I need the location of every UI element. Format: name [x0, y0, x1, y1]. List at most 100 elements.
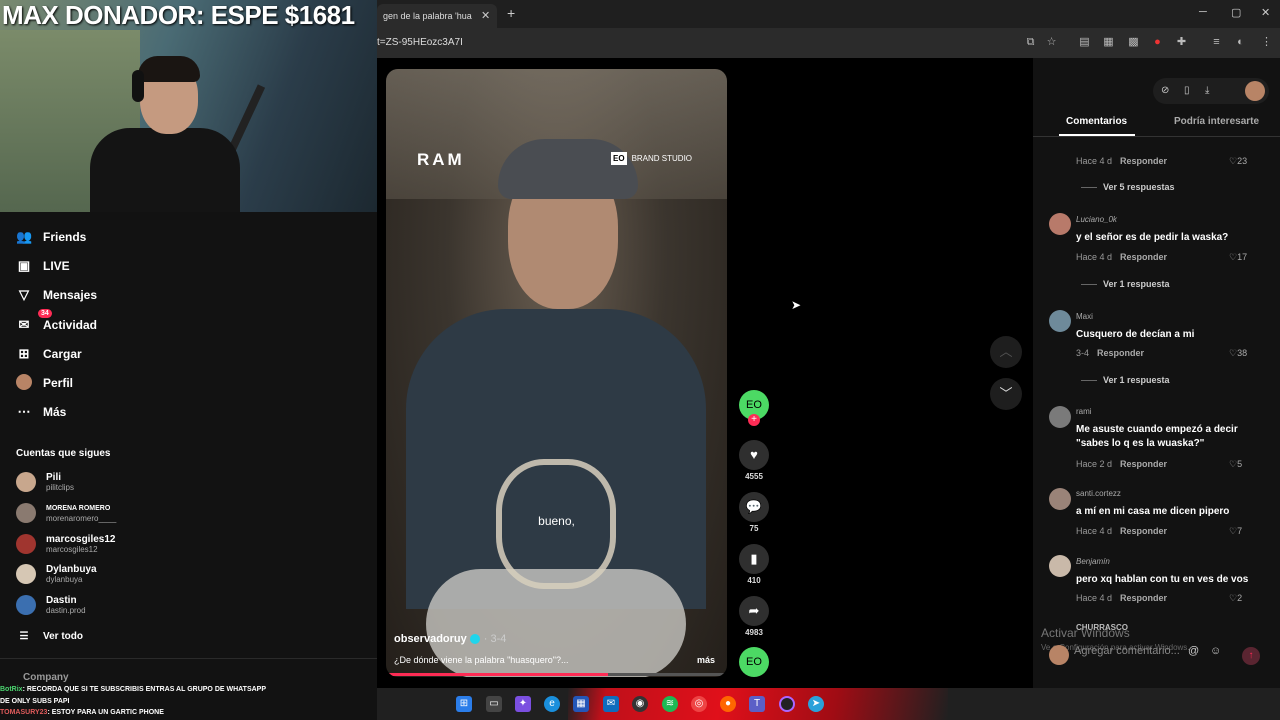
comment-like[interactable]: ♡5: [1229, 459, 1242, 470]
video-author[interactable]: observadoruy · 3-4: [394, 633, 506, 645]
reply-button[interactable]: Responder: [1120, 526, 1167, 536]
comment-username[interactable]: Luciano_0k: [1076, 215, 1117, 224]
heart-icon[interactable]: ♥: [739, 440, 769, 470]
avatar[interactable]: [1049, 213, 1071, 235]
puzzle-icon[interactable]: ✚: [1175, 36, 1188, 49]
chrome-icon[interactable]: ◎: [691, 696, 707, 712]
sidebar-item-live[interactable]: ▣ LIVE: [16, 256, 70, 276]
avatar[interactable]: [1049, 488, 1071, 510]
outlook-icon[interactable]: ✉: [603, 696, 619, 712]
extension-icon[interactable]: ▦: [1102, 36, 1115, 49]
more-button[interactable]: más: [697, 655, 715, 665]
following-item[interactable]: Dylanbuya dylanbuya: [16, 562, 97, 586]
comment-username[interactable]: Maxi: [1076, 312, 1093, 321]
progress-bar[interactable]: [386, 673, 727, 676]
avatar[interactable]: [1049, 555, 1071, 577]
reply-button[interactable]: Responder: [1120, 156, 1167, 166]
maximize-button[interactable]: ▢: [1231, 6, 1241, 19]
copilot-icon[interactable]: ✦: [515, 696, 531, 712]
video-player[interactable]: RAM EO BRAND STUDIO bueno, observadoruy …: [386, 69, 727, 677]
teams-icon[interactable]: T: [749, 696, 765, 712]
avatar[interactable]: [1049, 406, 1071, 428]
reply-button[interactable]: Responder: [1120, 459, 1167, 469]
chat-text: DE ONLY SUBS PAPI: [0, 698, 70, 705]
add-comment-input[interactable]: Agregar comentario... @ ☺: [1074, 645, 1234, 665]
sidebar-item-more[interactable]: ⋯ Más: [16, 402, 67, 422]
following-item[interactable]: MORENA ROMERO morenaromero____: [16, 501, 116, 525]
reply-button[interactable]: Responder: [1120, 593, 1167, 603]
edge-icon[interactable]: e: [544, 696, 560, 712]
send-comment-button[interactable]: ↑: [1242, 647, 1260, 665]
app-icon[interactable]: ●: [720, 696, 736, 712]
bookmark-star-icon[interactable]: ☆: [1045, 36, 1058, 49]
menu-icon[interactable]: ⋮: [1260, 36, 1273, 49]
save-action[interactable]: ▮ 410: [739, 544, 769, 585]
comment-like[interactable]: ♡2: [1229, 593, 1242, 604]
avatar[interactable]: [1049, 310, 1071, 332]
sidebar-item-messages[interactable]: ▽ Mensajes: [16, 285, 97, 305]
user-avatar[interactable]: [1245, 81, 1265, 101]
phone-icon[interactable]: ▯: [1184, 85, 1190, 96]
reading-list-icon[interactable]: ≡: [1210, 36, 1223, 49]
emoji-icon[interactable]: ☺: [1210, 645, 1221, 657]
telegram-icon[interactable]: ➤: [808, 696, 824, 712]
share-action[interactable]: ➦ 4983: [739, 596, 769, 637]
previous-video-button[interactable]: ︿: [990, 336, 1022, 368]
following-item[interactable]: Dastin dastin.prod: [16, 593, 86, 617]
mention-icon[interactable]: @: [1188, 645, 1199, 657]
follow-plus-icon[interactable]: +: [748, 414, 760, 426]
url-text[interactable]: t=ZS-95HEozc3A7I: [377, 37, 463, 48]
next-video-button[interactable]: ﹀: [990, 378, 1022, 410]
sidebar-item-profile[interactable]: Perfil: [16, 373, 73, 393]
comment-like[interactable]: ♡38: [1229, 348, 1247, 359]
profile-icon[interactable]: ◐: [1234, 36, 1247, 49]
sound-avatar-button[interactable]: EO: [739, 647, 769, 677]
see-all-link[interactable]: ☰ Ver todo: [16, 626, 84, 646]
brand-studio-label: BRAND STUDIO: [631, 154, 693, 163]
tab-comments[interactable]: Comentarios: [1066, 116, 1127, 127]
following-item[interactable]: marcosgiles12 marcosgiles12: [16, 532, 116, 556]
comment-like[interactable]: ♡7: [1229, 526, 1242, 537]
company-link[interactable]: Company: [23, 672, 69, 683]
tab-close-icon[interactable]: ✕: [481, 9, 490, 22]
reply-button[interactable]: Responder: [1120, 252, 1167, 262]
sidebar-item-friends[interactable]: 👥 Friends: [16, 227, 86, 247]
share-icon[interactable]: ➦: [739, 596, 769, 626]
comment-action[interactable]: 💬 75: [739, 492, 769, 533]
creator-avatar: EO +: [739, 390, 769, 426]
download-icon[interactable]: ⤓: [1205, 85, 1209, 96]
obs-icon[interactable]: ◉: [632, 696, 648, 712]
app-icon[interactable]: [779, 696, 795, 712]
new-tab-button[interactable]: +: [507, 5, 515, 21]
view-replies-button[interactable]: Ver 1 respuesta: [1081, 279, 1170, 289]
minimize-button[interactable]: ─: [1199, 6, 1207, 18]
windows-start-icon[interactable]: ⊞: [456, 696, 472, 712]
comment-like[interactable]: ♡23: [1229, 156, 1247, 167]
view-replies-button[interactable]: Ver 5 respuestas: [1081, 182, 1175, 192]
sidebar-item-upload[interactable]: ⊞ Cargar: [16, 344, 82, 364]
tab-suggested[interactable]: Podría interesarte: [1174, 116, 1259, 127]
extension-icon[interactable]: ▩: [1127, 36, 1140, 49]
following-item[interactable]: Pili pilitclips: [16, 470, 74, 494]
compass-icon[interactable]: ⊘: [1161, 85, 1169, 96]
reply-button[interactable]: Responder: [1097, 348, 1144, 358]
task-view-icon[interactable]: ▭: [486, 696, 502, 712]
comment-like[interactable]: ♡17: [1229, 252, 1247, 263]
install-app-icon[interactable]: ⧉: [1024, 36, 1037, 49]
creator-avatar-button[interactable]: EO +: [739, 390, 769, 426]
comment-username[interactable]: rami: [1076, 407, 1092, 416]
sidebar-item-activity[interactable]: ✉ 34 Actividad: [16, 309, 97, 335]
comment-username[interactable]: Benjamín: [1076, 557, 1110, 566]
like-action[interactable]: ♥ 4555: [739, 440, 769, 481]
translate-icon[interactable]: ▤: [1078, 36, 1091, 49]
browser-tab[interactable]: gen de la palabra 'hua ✕: [377, 4, 497, 28]
extension-icon[interactable]: ●: [1151, 36, 1164, 49]
bookmark-icon[interactable]: ▮: [739, 544, 769, 574]
spotify-icon[interactable]: ≋: [662, 696, 678, 712]
view-replies-button[interactable]: Ver 1 respuesta: [1081, 375, 1170, 385]
comment-username[interactable]: santi.cortezz: [1076, 489, 1121, 498]
comments-panel: ⊘ ▯ ⤓ Comentarios Podría interesarte Hac…: [1033, 58, 1280, 688]
store-icon[interactable]: ▦: [573, 696, 589, 712]
close-window-button[interactable]: ✕: [1261, 6, 1270, 19]
comment-icon[interactable]: 💬: [739, 492, 769, 522]
